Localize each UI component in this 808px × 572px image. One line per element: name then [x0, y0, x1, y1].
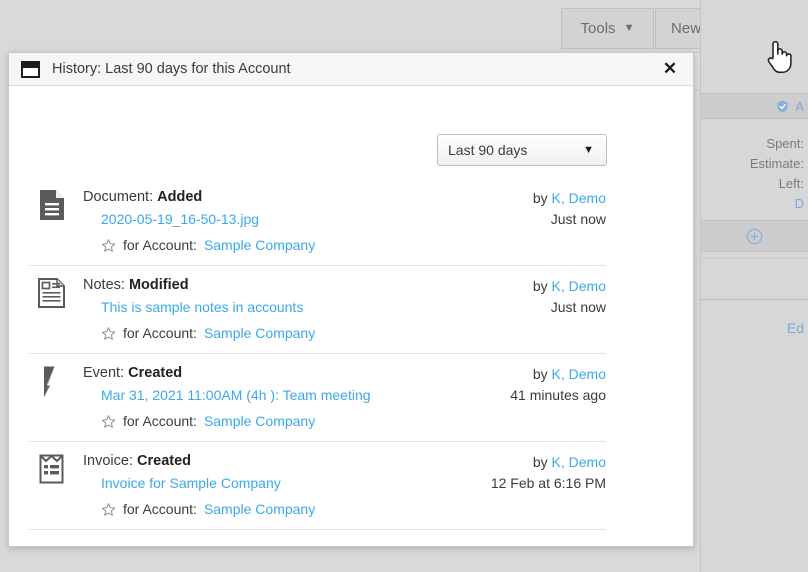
shield-check-icon	[777, 100, 788, 112]
history-range-select[interactable]: Last 90 days ▼	[437, 134, 607, 166]
history-entry-main: Event: Created Mar 31, 2021 11:00AM (4h …	[83, 363, 486, 431]
history-entry-type: Notes:	[83, 277, 125, 293]
by-label: by	[532, 366, 552, 382]
history-entry-time: Just now	[550, 211, 606, 227]
notes-icon	[37, 277, 67, 309]
history-entry-main: Document: Added 2020-05-19_16-50-13.jpg …	[83, 187, 486, 255]
history-entry-main: Notes: Modified This is sample notes in …	[83, 275, 486, 343]
history-entry-list: Document: Added 2020-05-19_16-50-13.jpg …	[29, 178, 606, 530]
panel-add-button[interactable]	[701, 220, 808, 252]
history-entry-link[interactable]: Mar 31, 2021 11:00AM (4h ): Team meeting	[101, 386, 486, 405]
history-entry-account-line: for Account: Sample Company	[101, 412, 486, 431]
history-entry-meta: by K, Demo Just now	[533, 276, 606, 318]
account-link[interactable]: Sample Company	[204, 500, 315, 519]
for-account-label: for Account:	[123, 501, 197, 517]
chevron-down-icon: ▼	[583, 144, 594, 156]
history-entry-meta: by K, Demo 12 Feb at 6:16 PM	[491, 452, 606, 494]
panel-time-stats: Spent: Estimate: Left: D	[701, 120, 808, 220]
invoice-icon	[37, 453, 67, 485]
panel-edit-label: Ed	[786, 320, 804, 336]
window-restore-icon	[21, 60, 40, 78]
account-link[interactable]: Sample Company	[204, 412, 315, 431]
history-entry-row[interactable]: Notes: Modified This is sample notes in …	[29, 266, 606, 354]
history-entry-author-line: by K, Demo	[533, 276, 606, 297]
history-entry-title: Event: Created	[83, 363, 486, 383]
history-entry-author-line: by K, Demo	[491, 452, 606, 473]
history-entry-type: Event:	[83, 365, 125, 381]
history-entry-action: Created	[128, 365, 183, 381]
history-entry-link[interactable]: Invoice for Sample Company	[101, 474, 486, 493]
star-icon	[101, 502, 116, 517]
history-entry-title: Document: Added	[83, 187, 486, 207]
panel-stat-detail-link[interactable]: D	[701, 194, 804, 214]
history-range-filter: Last 90 days ▼	[437, 134, 607, 166]
dialog-body: Last 90 days ▼ Document: Added 2020-05-1…	[9, 86, 693, 546]
author-link[interactable]: K, Demo	[552, 366, 606, 382]
account-link[interactable]: Sample Company	[204, 236, 315, 255]
tools-button[interactable]: Tools ▼	[561, 8, 654, 49]
history-entry-main: Invoice: Created Invoice for Sample Comp…	[83, 451, 486, 519]
history-entry-action: Created	[137, 453, 192, 469]
history-entry-account-line: for Account: Sample Company	[101, 500, 486, 519]
dialog-titlebar: History: Last 90 days for this Account ✕	[9, 53, 693, 86]
history-entry-type: Document:	[83, 189, 154, 205]
account-link[interactable]: Sample Company	[204, 324, 315, 343]
history-entry-type: Invoice:	[83, 453, 133, 469]
author-link[interactable]: K, Demo	[552, 454, 606, 470]
author-link[interactable]: K, Demo	[552, 278, 606, 294]
history-entry-row[interactable]: Event: Created Mar 31, 2021 11:00AM (4h …	[29, 354, 606, 442]
panel-stat-spent: Spent:	[766, 136, 804, 151]
star-icon	[101, 326, 116, 341]
history-entry-link[interactable]: 2020-05-19_16-50-13.jpg	[101, 210, 486, 229]
panel-empty-section	[701, 258, 808, 300]
history-entry-account-line: for Account: Sample Company	[101, 324, 486, 343]
dialog-title: History: Last 90 days for this Account	[52, 61, 291, 77]
panel-stat-left: Left:	[778, 176, 804, 191]
panel-edit-link[interactable]: Ed	[701, 315, 808, 341]
for-account-label: for Account:	[123, 237, 197, 253]
for-account-label: for Account:	[123, 325, 197, 341]
history-entry-title: Invoice: Created	[83, 451, 486, 471]
for-account-label: for Account:	[123, 413, 197, 429]
history-entry-meta: by K, Demo 41 minutes ago	[510, 364, 606, 406]
by-label: by	[532, 278, 552, 294]
star-icon	[101, 414, 116, 429]
tools-button-label: Tools	[580, 20, 616, 37]
by-label: by	[532, 190, 552, 206]
history-entry-author-line: by K, Demo	[510, 364, 606, 385]
history-entry-action: Added	[157, 189, 203, 205]
history-entry-meta: by K, Demo Just now	[533, 188, 606, 230]
history-entry-action: Modified	[128, 277, 189, 293]
author-link[interactable]: K, Demo	[552, 190, 606, 206]
by-label: by	[532, 454, 552, 470]
history-entry-row[interactable]: Document: Added 2020-05-19_16-50-13.jpg …	[29, 178, 606, 266]
new-button-label: New	[671, 20, 702, 37]
history-entry-row[interactable]: Invoice: Created Invoice for Sample Comp…	[29, 442, 606, 530]
history-dialog: History: Last 90 days for this Account ✕…	[8, 52, 694, 547]
history-entry-title: Notes: Modified	[83, 275, 486, 295]
close-icon[interactable]: ✕	[657, 56, 683, 82]
history-entry-time: Just now	[550, 299, 606, 315]
panel-approval-label: A	[795, 98, 804, 114]
history-range-value: Last 90 days	[448, 142, 528, 158]
document-icon	[37, 189, 67, 221]
history-entry-account-line: for Account: Sample Company	[101, 236, 486, 255]
history-entry-time: 12 Feb at 6:16 PM	[490, 475, 606, 491]
plus-circle-icon	[746, 228, 763, 244]
event-bolt-icon	[37, 365, 67, 397]
history-entry-link[interactable]: This is sample notes in accounts	[101, 298, 486, 317]
history-entry-author-line: by K, Demo	[533, 188, 606, 209]
chevron-down-icon: ▼	[623, 22, 635, 34]
panel-stat-estimate: Estimate:	[749, 156, 804, 171]
star-icon	[101, 238, 116, 253]
panel-approval-header[interactable]: A	[701, 93, 808, 119]
history-entry-time: 41 minutes ago	[510, 387, 606, 403]
